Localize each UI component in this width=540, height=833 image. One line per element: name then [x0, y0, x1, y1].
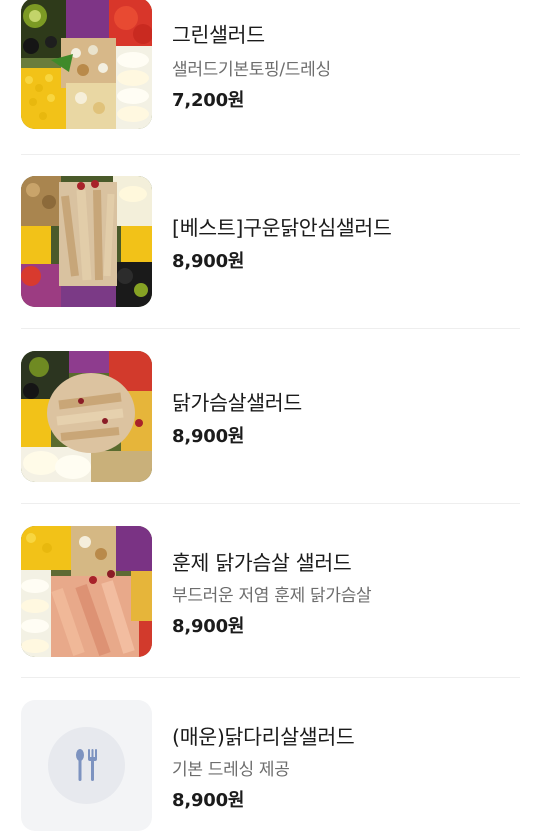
menu-item-price: 8,900원 [172, 790, 245, 811]
menu-item-spicy-chicken-thigh-salad[interactable]: (매운)닭다리살샐러드 기본 드레싱 제공 8,900원 [21, 700, 520, 831]
menu-item-description: 부드러운 저염 훈제 닭가슴살 [172, 586, 372, 606]
menu-item-name: [베스트]구운닭안심샐러드 [172, 216, 392, 240]
fork-knife-icon [76, 749, 97, 781]
image-placeholder [21, 700, 152, 831]
divider [21, 503, 520, 504]
menu-item-description: 샐러드기본토핑/드레싱 [172, 60, 331, 80]
placeholder-circle [48, 727, 125, 804]
divider [21, 154, 520, 155]
menu-item-name: 훈제 닭가슴살 샐러드 [172, 551, 352, 575]
grilled-chicken-salad-photo [21, 176, 152, 307]
menu-item-chicken-breast-salad[interactable]: 닭가슴살샐러드 8,900원 [21, 351, 520, 482]
menu-item-price: 8,900원 [172, 251, 245, 272]
divider [21, 328, 520, 329]
chicken-breast-salad-photo [21, 351, 152, 482]
menu-item-green-salad[interactable]: 그린샐러드 샐러드기본토핑/드레싱 7,200원 [21, 0, 520, 129]
menu-item-name: 닭가슴살샐러드 [172, 391, 302, 415]
menu-item-price: 7,200원 [172, 90, 245, 111]
menu-item-price: 8,900원 [172, 426, 245, 447]
divider [21, 677, 520, 678]
menu-item-smoked-chicken-breast-salad[interactable]: 훈제 닭가슴살 샐러드 부드러운 저염 훈제 닭가슴살 8,900원 [21, 526, 520, 657]
smoked-chicken-salad-photo [21, 526, 152, 657]
menu-item-name: 그린샐러드 [172, 23, 265, 47]
menu-item-price: 8,900원 [172, 616, 245, 637]
menu-item-name: (매운)닭다리살샐러드 [172, 725, 355, 749]
salad-photo [21, 0, 152, 129]
menu-item-best-grilled-chicken-salad[interactable]: [베스트]구운닭안심샐러드 8,900원 [21, 176, 520, 307]
menu-item-description: 기본 드레싱 제공 [172, 760, 290, 780]
